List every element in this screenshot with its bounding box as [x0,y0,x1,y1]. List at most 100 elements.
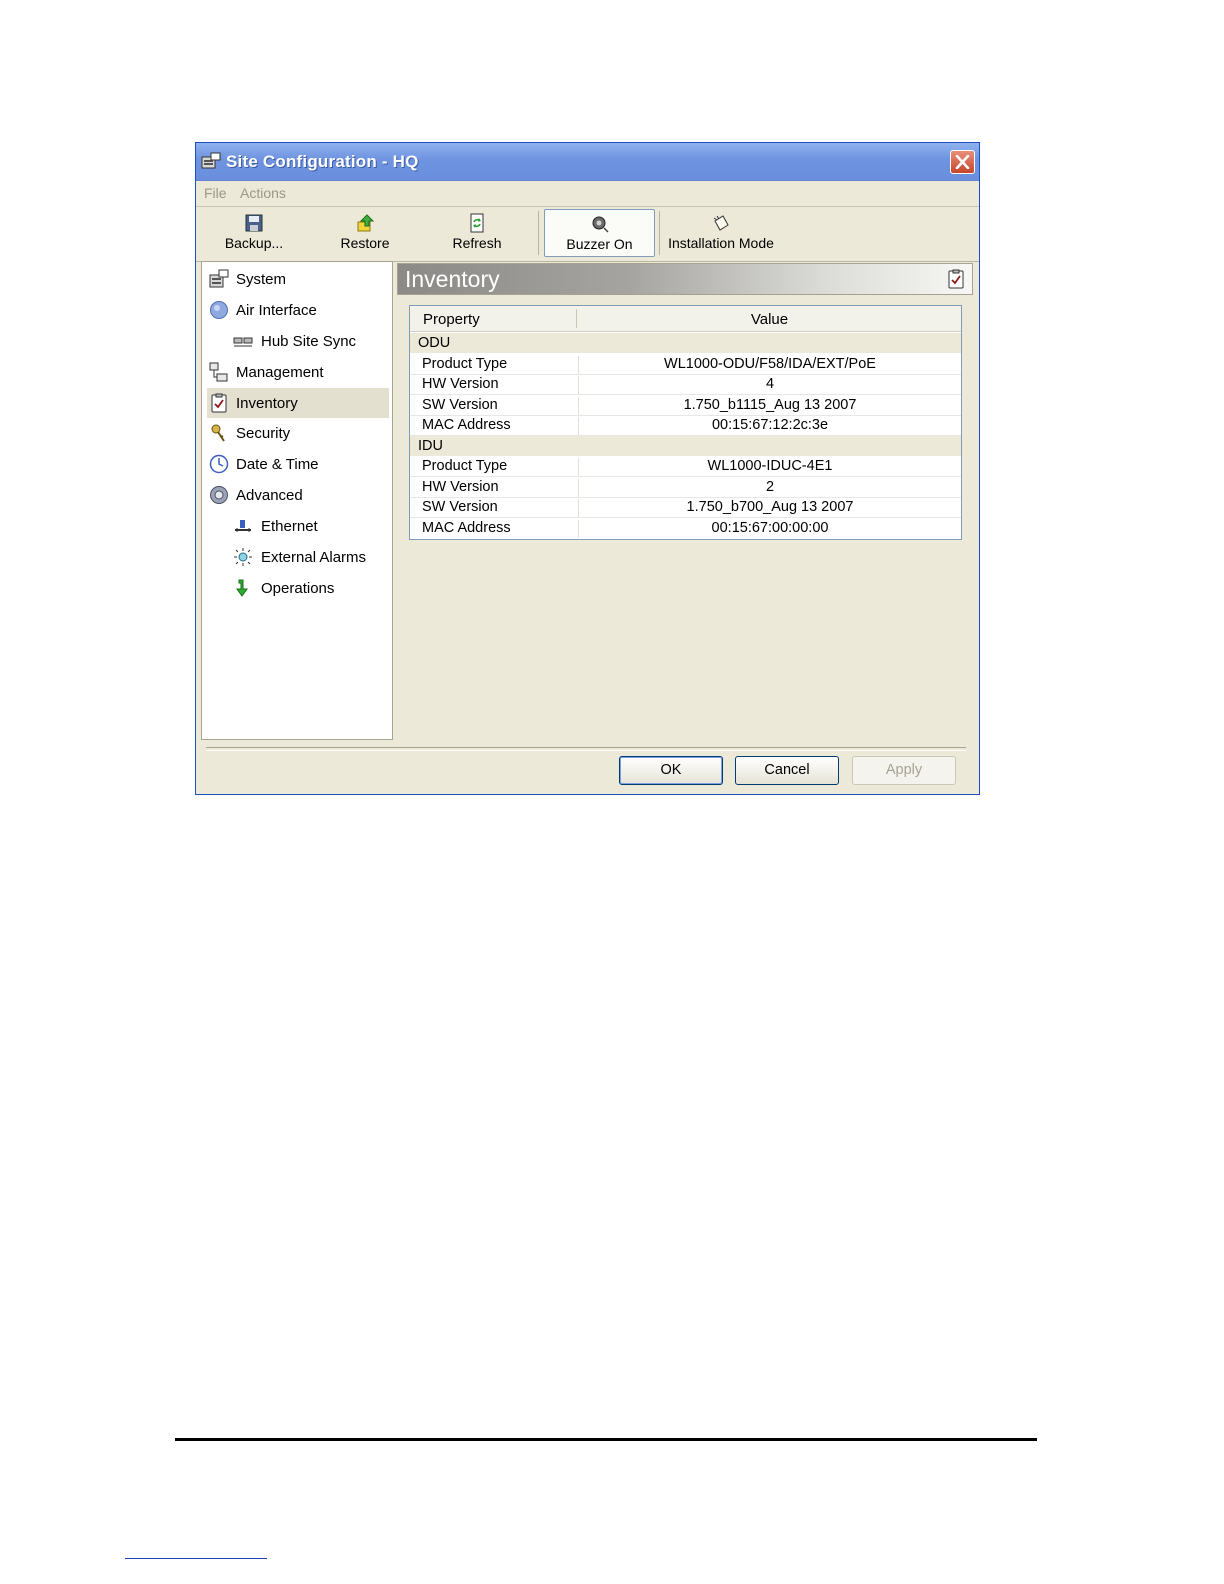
value-cell: 4 [578,376,961,394]
group-row-idu[interactable]: IDU [410,436,961,456]
nav-label: Management [236,364,324,381]
page-divider [175,1438,1037,1441]
backup-button[interactable]: Backup... [210,209,298,257]
table-row[interactable]: MAC Address 00:15:67:12:2c:3e [410,415,961,436]
floppy-disk-icon [245,214,263,232]
property-cell: MAC Address [422,520,511,536]
property-cell: Product Type [422,356,508,372]
close-button[interactable] [950,150,975,174]
installation-mode-label: Installation Mode [668,235,774,251]
table-row[interactable]: Product Type WL1000-IDUC-4E1 [410,456,961,477]
inventory-grid[interactable]: Property Value ODU Product Type WL1000-O… [409,305,962,540]
nav-item-air-interface[interactable]: Air Interface [207,295,389,325]
nav-item-external-alarms[interactable]: External Alarms [207,542,389,572]
nav-item-system[interactable]: System [207,264,389,294]
menu-bar: File Actions [196,181,979,207]
property-cell: HW Version [422,376,499,392]
table-row[interactable]: SW Version 1.750_b700_Aug 13 2007 [410,497,961,518]
installation-mode-icon [713,215,729,231]
system-icon [209,269,229,288]
nav-label: Advanced [236,487,303,504]
value-cell: WL1000-ODU/F58/IDA/EXT/PoE [578,356,961,374]
toolbar: Backup... Restore Refresh Buzzer On Inst… [196,207,979,262]
nav-item-management[interactable]: Management [207,357,389,387]
security-icon [211,424,225,442]
property-cell: SW Version [422,499,498,515]
inventory-icon [948,269,964,289]
value-cell: 1.750_b1115_Aug 13 2007 [578,397,961,415]
title-bar[interactable]: Site Configuration - HQ [196,143,979,181]
inventory-icon [211,393,227,413]
nav-label: Operations [261,580,335,597]
group-row-odu[interactable]: ODU [410,333,961,353]
restore-icon [357,214,375,232]
nav-item-advanced[interactable]: Advanced [207,480,389,510]
value-cell: WL1000-IDUC-4E1 [578,458,961,476]
table-row[interactable]: HW Version 4 [410,374,961,395]
restore-label: Restore [340,235,390,251]
gear-icon [210,486,228,504]
nav-label: Ethernet [261,518,318,535]
site-config-icon [201,152,221,169]
ok-button[interactable]: OK [619,756,723,785]
group-label: IDU [418,438,443,454]
nav-item-inventory[interactable]: Inventory [207,388,389,418]
backup-label: Backup... [224,235,284,251]
clock-icon [209,454,229,474]
property-cell: MAC Address [422,417,511,433]
refresh-button[interactable]: Refresh [434,209,520,257]
nav-label: Security [236,425,291,442]
arrow-down-icon [236,579,248,597]
navigation-tree: System Air Interface Hub Site Sync Manag… [201,261,393,740]
installation-mode-button[interactable]: Installation Mode [662,209,780,257]
column-divider[interactable] [576,309,577,328]
button-divider [206,747,966,751]
table-row[interactable]: MAC Address 00:15:67:00:00:00 [410,518,961,538]
window-title: Site Configuration - HQ [226,152,419,171]
column-header-property[interactable]: Property [423,311,480,328]
nav-label: Date & Time [236,456,319,473]
site-configuration-window: Site Configuration - HQ File Actions Bac… [195,142,980,795]
inventory-header: Inventory [397,263,973,295]
property-cell: Product Type [422,458,508,474]
nav-label: External Alarms [261,549,367,566]
refresh-label: Refresh [452,235,502,251]
alarm-icon [234,548,252,566]
value-cell: 1.750_b700_Aug 13 2007 [578,499,961,517]
buzzer-icon [592,216,609,233]
toolbar-separator [538,211,539,255]
hub-sync-icon [233,337,253,347]
management-icon [209,362,228,382]
value-cell: 2 [578,479,961,497]
toolbar-separator [659,211,660,255]
nav-label: System [236,271,287,288]
nav-label: Hub Site Sync [261,333,357,350]
apply-button[interactable]: Apply [852,756,956,785]
table-row[interactable]: SW Version 1.750_b1115_Aug 13 2007 [410,395,961,416]
table-row[interactable]: HW Version 2 [410,477,961,498]
table-row[interactable]: Product Type WL1000-ODU/F58/IDA/EXT/PoE [410,354,961,375]
value-cell: 00:15:67:00:00:00 [578,520,961,538]
menu-actions[interactable]: Actions [240,185,286,201]
nav-item-security[interactable]: Security [207,418,389,448]
panel-title: Inventory [405,266,500,292]
nav-item-date-time[interactable]: Date & Time [207,449,389,479]
nav-label: Inventory [236,395,298,412]
group-label: ODU [418,335,451,351]
refresh-icon [470,213,484,233]
ethernet-icon [235,520,251,532]
menu-file[interactable]: File [204,185,227,201]
air-interface-icon [210,301,228,319]
cancel-button[interactable]: Cancel [735,756,839,785]
column-header-value[interactable]: Value [578,311,961,328]
close-icon [955,155,970,169]
restore-button[interactable]: Restore [322,209,408,257]
buzzer-on-button[interactable]: Buzzer On [544,209,655,257]
buzzer-label: Buzzer On [566,236,633,252]
nav-item-ethernet[interactable]: Ethernet [207,511,389,541]
property-cell: SW Version [422,397,498,413]
nav-item-operations[interactable]: Operations [207,573,389,603]
value-cell: 00:15:67:12:2c:3e [578,417,961,435]
nav-item-hub-site-sync[interactable]: Hub Site Sync [207,326,389,356]
footer-link-underline [125,1558,267,1559]
